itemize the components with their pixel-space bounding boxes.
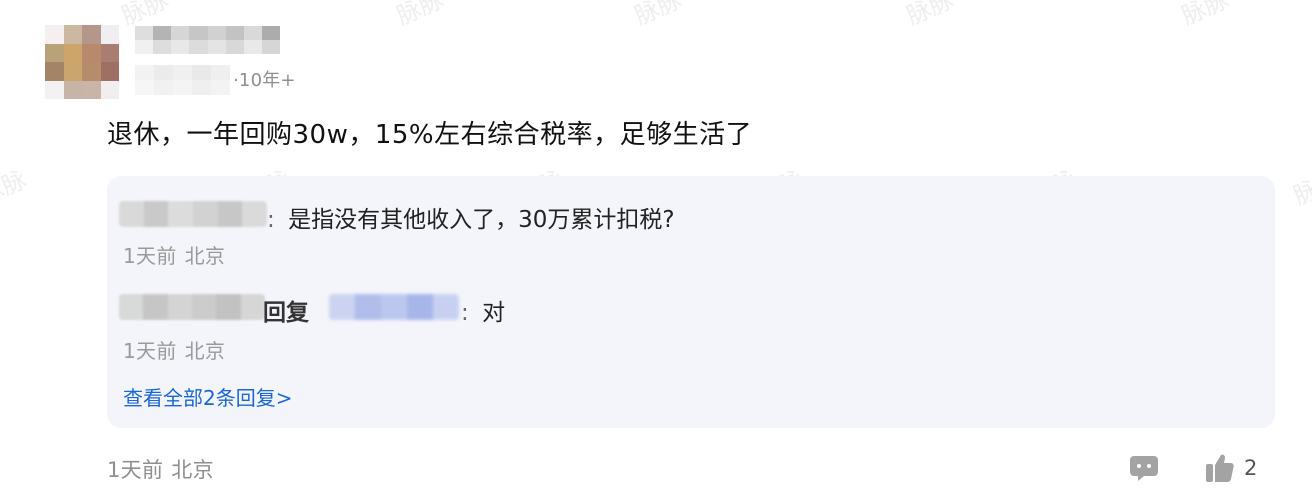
reply-text: 对 bbox=[482, 300, 506, 326]
reply-target-blurred[interactable] bbox=[329, 294, 459, 320]
comment-button[interactable] bbox=[1128, 454, 1160, 482]
watermark: 脉脉 bbox=[630, 0, 686, 31]
comment-icon bbox=[1130, 456, 1158, 481]
post-time: 1天前 bbox=[107, 458, 164, 482]
reply-keyword: 回复 bbox=[263, 300, 309, 326]
post-meta: 1天前 北京 bbox=[107, 454, 214, 484]
reply-author-blurred[interactable] bbox=[119, 294, 265, 320]
watermark: 脉脉 bbox=[902, 0, 958, 31]
reply-text: 是指没有其他收入了，30万累计扣税? bbox=[288, 207, 675, 233]
author-title-blurred bbox=[135, 65, 230, 95]
watermark: 脉脉 bbox=[392, 0, 448, 31]
reply-meta: 1天前 北京 bbox=[123, 335, 225, 364]
reply-location: 北京 bbox=[184, 244, 226, 268]
author-tenure: ·10年+ bbox=[233, 70, 296, 91]
reply-author-blurred[interactable] bbox=[119, 201, 267, 227]
avatar[interactable] bbox=[45, 25, 119, 99]
reply-separator: : bbox=[461, 300, 469, 326]
reply-2-text: : 对 bbox=[461, 293, 505, 327]
reply-location: 北京 bbox=[184, 339, 226, 363]
reply-2: 回复 bbox=[263, 293, 319, 327]
reply-1: : 是指没有其他收入了，30万累计扣税? bbox=[267, 200, 675, 234]
comment-card: 脉脉 脉脉 脉脉 脉脉 脉脉 脉脉 脉脉 脉脉 脉脉 脉脉 脉脉 脉脉 脉脉 脉… bbox=[0, 0, 1312, 498]
reply-time: 1天前 bbox=[123, 244, 177, 268]
watermark: 脉脉 bbox=[0, 165, 31, 211]
post-content: 退休，一年回购30w，15%左右综合税率，足够生活了 bbox=[107, 120, 753, 150]
reply-time: 1天前 bbox=[123, 339, 177, 363]
replies-section: : 是指没有其他收入了，30万累计扣税? 1天前 北京 回复 : 对 1天前 北京 … bbox=[107, 176, 1275, 428]
like-button[interactable]: 2 bbox=[1204, 452, 1257, 484]
post-location: 北京 bbox=[171, 458, 214, 482]
watermark: 脉脉 bbox=[1289, 165, 1312, 211]
reply-meta: 1天前 北京 bbox=[123, 240, 225, 269]
like-count: 2 bbox=[1244, 456, 1258, 480]
author-name-blurred[interactable] bbox=[135, 26, 280, 54]
watermark: 脉脉 bbox=[1177, 0, 1233, 31]
reply-separator: : bbox=[267, 207, 275, 233]
view-all-replies-link[interactable]: 查看全部2条回复> bbox=[123, 382, 292, 411]
thumbs-up-icon bbox=[1206, 454, 1234, 482]
